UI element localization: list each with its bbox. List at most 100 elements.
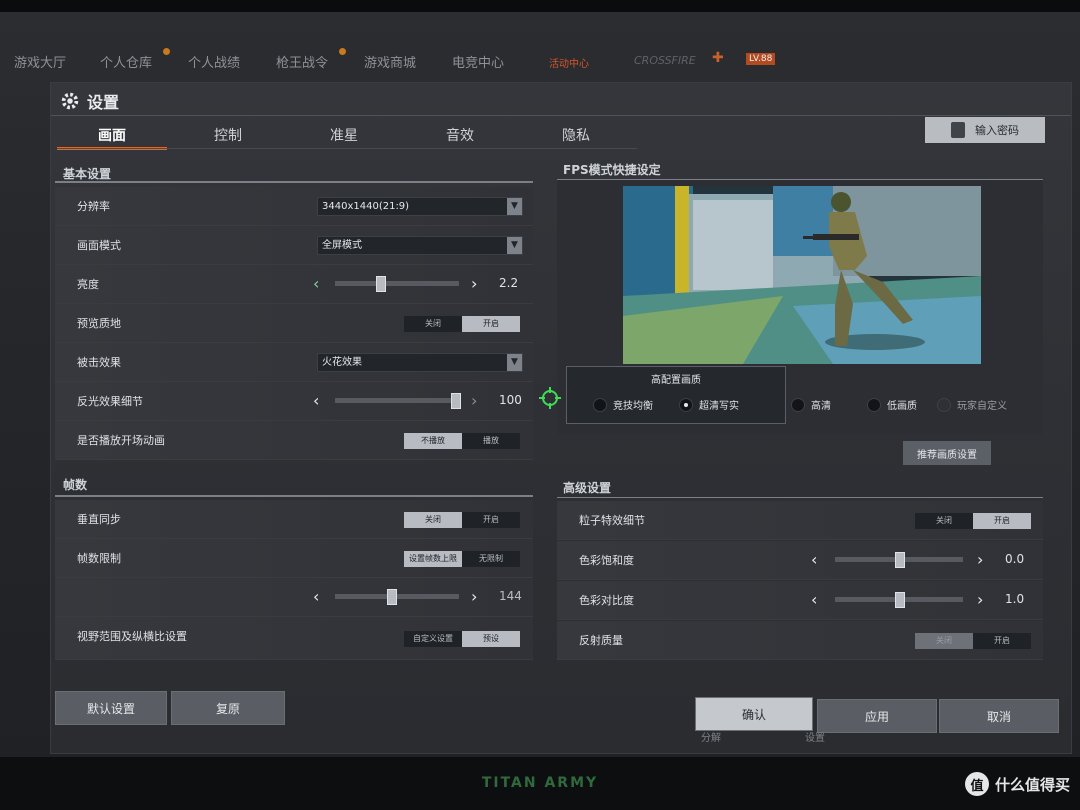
row-particle-detail: 粒子特效细节 关闭 开启: [557, 501, 1043, 540]
hit-effect-value: 火花效果: [322, 357, 362, 368]
chevron-left-icon[interactable]: ‹: [811, 590, 817, 609]
preview-texture-label: 预览质地: [77, 317, 121, 330]
chevron-left-icon[interactable]: ‹: [313, 587, 319, 606]
tab-controls[interactable]: 控制: [173, 125, 283, 145]
screen-mode-select[interactable]: 全屏模式 ▼: [317, 236, 523, 255]
slider-knob[interactable]: [895, 592, 905, 608]
toggle-unlimited[interactable]: 无限制: [462, 551, 520, 567]
monitor-bezel: TITAN ARMY: [0, 757, 1080, 810]
saturation-value: 0.0: [1005, 552, 1025, 566]
brightness-slider[interactable]: ‹ › 2.2: [313, 274, 523, 294]
slider-knob[interactable]: [387, 589, 398, 605]
tab-privacy[interactable]: 隐私: [521, 125, 631, 145]
toggle-off[interactable]: 关闭: [915, 633, 973, 649]
chevron-left-icon[interactable]: ‹: [811, 550, 817, 569]
share-label: 分解: [701, 733, 721, 744]
toggle-on[interactable]: 开启: [462, 512, 520, 528]
toggle-on[interactable]: 开启: [973, 513, 1031, 529]
divider: [51, 115, 1071, 116]
fps-limit-label: 帧数限制: [77, 552, 121, 565]
toggle-on[interactable]: 开启: [973, 633, 1031, 649]
nav-item-activity[interactable]: 活动中心: [549, 55, 589, 70]
toggle-off[interactable]: 关闭: [915, 513, 973, 529]
particle-detail-toggle: 关闭 开启: [915, 513, 1031, 529]
brightness-label: 亮度: [77, 278, 99, 291]
chevron-right-icon[interactable]: ›: [977, 550, 983, 569]
radio-player-custom[interactable]: 玩家自定义: [937, 397, 1007, 412]
nav-item-shop[interactable]: 游戏商城: [364, 52, 416, 71]
chevron-right-icon[interactable]: ›: [471, 274, 477, 293]
radio-low-quality[interactable]: 低画质: [867, 397, 917, 412]
radio-label: 高清: [811, 401, 831, 412]
fps-limit-slider[interactable]: ‹ › 144: [313, 587, 523, 607]
enter-password-button[interactable]: 输入密码: [925, 117, 1045, 143]
crosshair-icon: [539, 387, 561, 409]
slider-track: [335, 398, 459, 403]
radio-competitive-balanced[interactable]: 竞技均衡: [593, 397, 653, 412]
plus-icon[interactable]: ✚: [712, 50, 724, 66]
tab-crosshair[interactable]: 准星: [289, 125, 399, 145]
row-saturation: 色彩饱和度 ‹ › 0.0: [557, 541, 1043, 580]
slider-knob[interactable]: [895, 552, 905, 568]
chevron-down-icon: ▼: [507, 354, 522, 371]
toggle-no[interactable]: 不播放: [404, 433, 462, 449]
nav-item-warehouse[interactable]: 个人仓库: [100, 52, 152, 71]
tab-audio[interactable]: 音效: [405, 125, 515, 145]
toggle-set-limit[interactable]: 设置帧数上限: [404, 551, 462, 567]
chevron-right-icon[interactable]: ›: [471, 587, 477, 606]
toggle-custom[interactable]: 自定义设置: [404, 631, 462, 647]
slider-knob[interactable]: [451, 393, 461, 409]
toggle-off[interactable]: 关闭: [404, 316, 462, 332]
nav-item-stats[interactable]: 个人战绩: [188, 52, 240, 71]
recommend-quality-button[interactable]: 推荐画质设置: [903, 441, 991, 465]
row-fps-value: ‹ › 144: [55, 578, 533, 617]
fov-label: 视野范围及纵横比设置: [77, 630, 187, 643]
apply-button[interactable]: 应用: [817, 699, 937, 733]
chevron-right-icon[interactable]: ›: [977, 590, 983, 609]
slider-track: [335, 281, 459, 286]
tab-display[interactable]: 画面: [57, 125, 167, 150]
slider-knob[interactable]: [375, 276, 386, 292]
notification-dot: [163, 48, 170, 55]
chevron-left-icon[interactable]: ‹: [313, 274, 319, 293]
particle-detail-label: 粒子特效细节: [579, 514, 645, 527]
hit-effect-select[interactable]: 火花效果 ▼: [317, 353, 523, 372]
row-play-intro: 是否播放开场动画 不播放 播放: [55, 421, 533, 460]
section-fps: 帧数: [63, 478, 88, 492]
toggle-off[interactable]: 关闭: [404, 512, 462, 528]
divider: [57, 148, 637, 149]
screen-mode-label: 画面模式: [77, 239, 121, 252]
toggle-yes[interactable]: 播放: [462, 433, 520, 449]
reflection-detail-value: 100: [499, 393, 522, 407]
resolution-select[interactable]: 3440x1440(21:9) ▼: [317, 197, 523, 216]
nav-item-esports[interactable]: 电竞中心: [452, 52, 504, 71]
gear-icon: [61, 92, 79, 110]
contrast-value: 1.0: [1005, 592, 1025, 606]
reflection-detail-slider[interactable]: ‹ › 100: [313, 391, 523, 411]
settings-label: 设置: [805, 733, 825, 744]
confirm-button[interactable]: 确认: [695, 697, 813, 731]
restore-button[interactable]: 复原: [171, 691, 285, 725]
resolution-value: 3440x1440(21:9): [322, 201, 410, 212]
default-settings-button[interactable]: 默认设置: [55, 691, 167, 725]
chevron-left-icon[interactable]: ‹: [313, 391, 319, 410]
divider: [557, 497, 1043, 498]
nav-item-lobby[interactable]: 游戏大厅: [14, 52, 66, 71]
toggle-preset[interactable]: 预设: [462, 631, 520, 647]
radio-ultra-realistic[interactable]: 超清写实: [679, 397, 739, 412]
contrast-slider[interactable]: ‹ › 1.0: [811, 590, 1031, 610]
radio-circle: [593, 397, 607, 412]
row-screen-mode: 画面模式 全屏模式 ▼: [55, 226, 533, 265]
tab-bar: 画面 控制 准星 音效 隐私: [57, 121, 637, 151]
cancel-button[interactable]: 取消: [939, 699, 1059, 733]
toggle-on[interactable]: 开启: [462, 316, 520, 332]
radio-label: 竞技均衡: [613, 401, 653, 412]
radio-label: 玩家自定义: [957, 401, 1007, 412]
reflection-quality-toggle: 关闭 开启: [915, 633, 1031, 649]
nav-item-battlepass[interactable]: 枪王战令: [276, 52, 328, 71]
watermark-text: 什么值得买: [994, 775, 1070, 794]
radio-high-definition[interactable]: 高清: [791, 397, 831, 412]
saturation-slider[interactable]: ‹ › 0.0: [811, 550, 1031, 570]
chevron-right-icon[interactable]: ›: [471, 391, 477, 410]
radio-label: 低画质: [887, 401, 917, 412]
